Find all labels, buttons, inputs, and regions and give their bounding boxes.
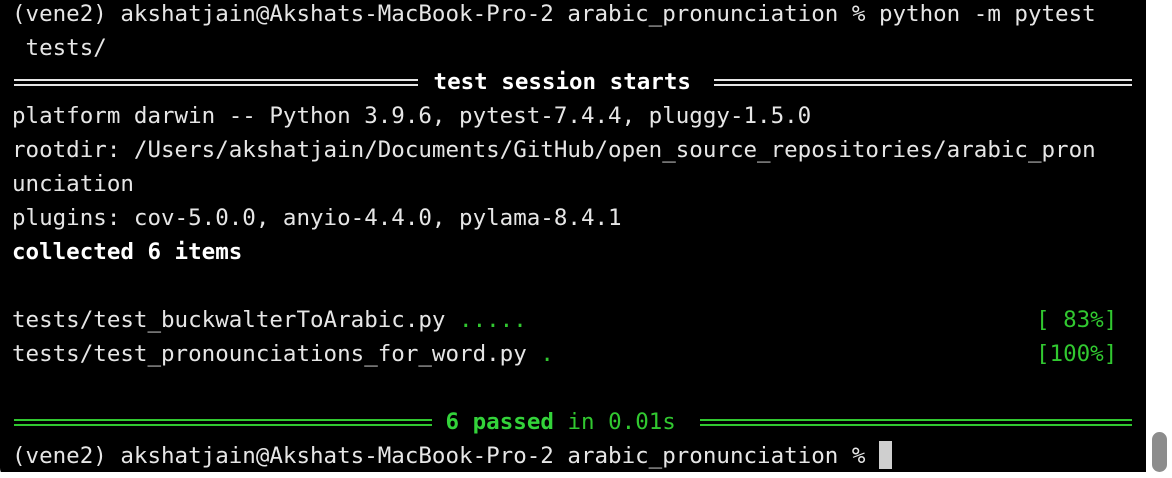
summary-passed: 6 passed	[432, 409, 554, 435]
rootdir-line-2: unciation	[12, 171, 134, 197]
result-file: tests/test_pronounciations_for_word.py	[12, 341, 541, 367]
session-header: test session starts	[420, 69, 705, 95]
final-prompt: (vene2) akshatjain@Akshats-MacBook-Pro-2…	[12, 443, 879, 469]
terminal-window[interactable]: (vene2) akshatjain@Akshats-MacBook-Pro-2…	[0, 0, 1172, 478]
rootdir-line-1: rootdir: /Users/akshatjain/Documents/Git…	[12, 137, 1096, 163]
separator-right	[714, 65, 1132, 99]
scrollbar-track[interactable]	[1146, 0, 1172, 478]
result-dots: .....	[459, 307, 527, 333]
window-bottom-edge	[0, 472, 1146, 478]
summary-time: in 0.01s	[553, 409, 690, 435]
result-row: tests/test_pronounciations_for_word.py .	[12, 337, 554, 371]
result-file: tests/test_buckwalterToArabic.py	[12, 307, 460, 333]
plugins-line: plugins: cov-5.0.0, anyio-4.4.0, pylama-…	[12, 205, 622, 231]
summary-separator-right	[700, 405, 1132, 439]
summary-separator-left	[14, 405, 432, 439]
result-dots: .	[540, 341, 554, 367]
result-percent: [ 83%]	[1036, 307, 1118, 333]
result-percent: [100%]	[1036, 341, 1118, 367]
separator-left	[14, 65, 418, 99]
result-row: tests/test_buckwalterToArabic.py .....	[12, 303, 527, 337]
final-prompt-line[interactable]: (vene2) akshatjain@Akshats-MacBook-Pro-2…	[12, 439, 892, 473]
command-line-1: (vene2) akshatjain@Akshats-MacBook-Pro-2…	[12, 1, 1096, 27]
summary-text: 6 passed in 0.01s	[432, 405, 689, 439]
platform-line: platform darwin -- Python 3.9.6, pytest-…	[12, 103, 812, 129]
text-cursor	[878, 440, 892, 469]
terminal-output[interactable]: (vene2) akshatjain@Akshats-MacBook-Pro-2…	[0, 0, 1140, 478]
scrollbar-thumb[interactable]	[1152, 432, 1167, 472]
command-line-2: tests/	[12, 35, 107, 61]
collected-line: collected 6 items	[12, 239, 243, 265]
